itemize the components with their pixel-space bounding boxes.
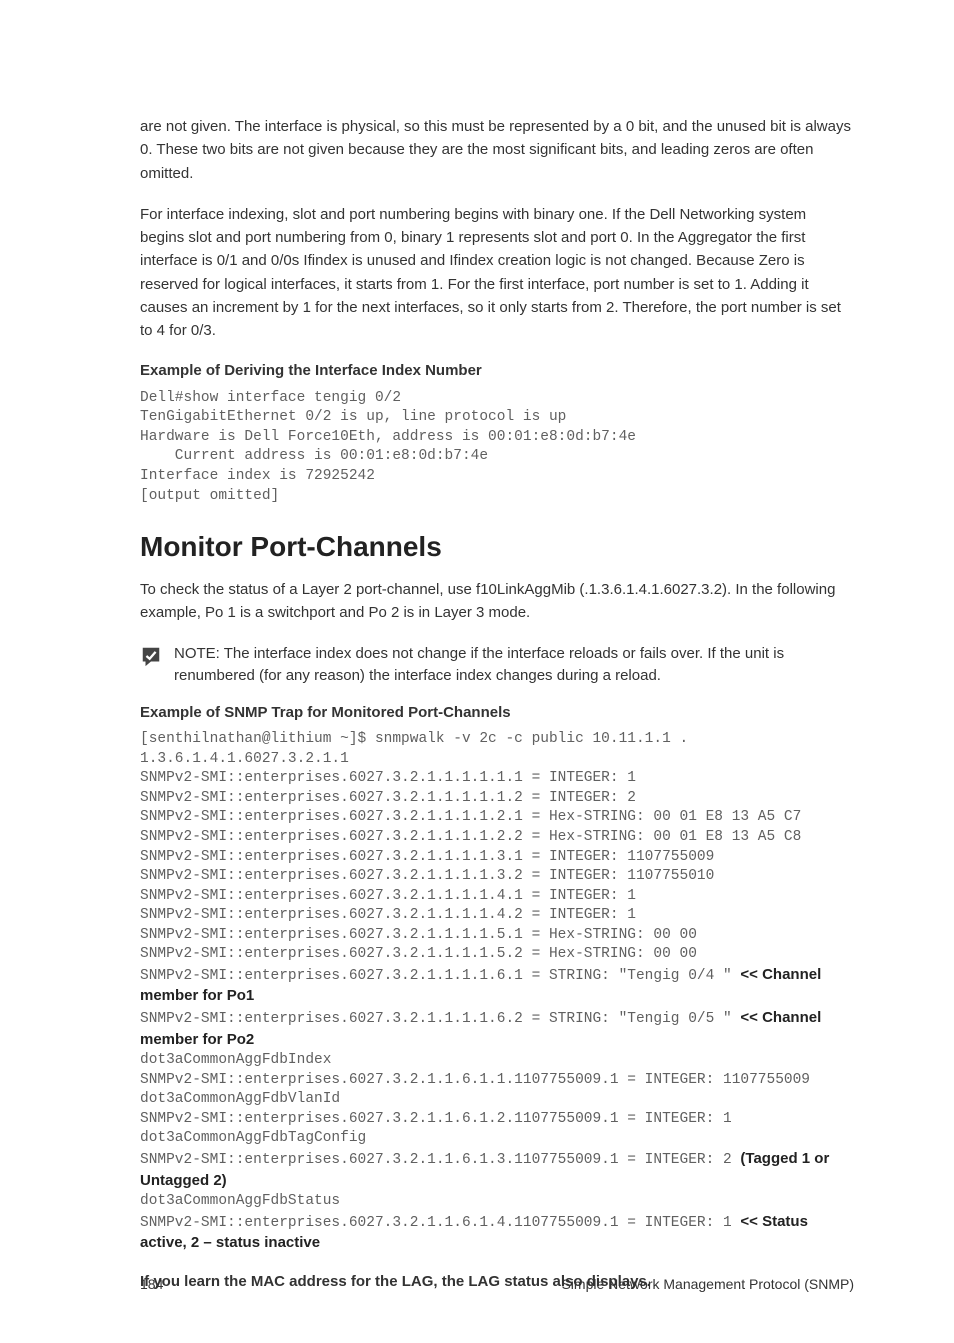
code-line: SNMPv2-SMI::enterprises.6027.3.2.1.1.1.1… — [140, 968, 740, 984]
code-line: SNMPv2-SMI::enterprises.6027.3.2.1.1.1.1… — [140, 770, 636, 786]
note-body: The interface index does not change if t… — [174, 645, 784, 685]
code-line: SNMPv2-SMI::enterprises.6027.3.2.1.1.1.1… — [140, 868, 714, 884]
intro-paragraph-1: are not given. The interface is physical… — [140, 115, 854, 185]
code-line: SNMPv2-SMI::enterprises.6027.3.2.1.1.6.1… — [140, 1072, 810, 1088]
code-line: SNMPv2-SMI::enterprises.6027.3.2.1.1.1.1… — [140, 888, 636, 904]
code-line: dot3aCommonAggFdbTagConfig — [140, 1130, 366, 1146]
code-line: SNMPv2-SMI::enterprises.6027.3.2.1.1.1.1… — [140, 790, 636, 806]
note-block: NOTE: The interface index does not chang… — [140, 643, 854, 688]
page: are not given. The interface is physical… — [0, 0, 954, 1343]
example2-title: Example of SNMP Trap for Monitored Port-… — [140, 702, 854, 725]
code-line: SNMPv2-SMI::enterprises.6027.3.2.1.1.1.1… — [140, 849, 714, 865]
example1-code: Dell#show interface tengig 0/2 TenGigabi… — [140, 389, 854, 506]
code-line: [senthilnathan@lithium ~]$ snmpwalk -v 2… — [140, 731, 688, 747]
note-text: NOTE: The interface index does not chang… — [174, 643, 854, 688]
code-line: 1.3.6.1.4.1.6027.3.2.1.1 — [140, 751, 349, 767]
section-title: Monitor Port-Channels — [140, 526, 854, 568]
note-label: NOTE: — [174, 645, 220, 662]
intro-paragraph-2: For interface indexing, slot and port nu… — [140, 203, 854, 343]
code-line: dot3aCommonAggFdbStatus — [140, 1193, 340, 1209]
note-icon — [140, 645, 162, 667]
code-line: SNMPv2-SMI::enterprises.6027.3.2.1.1.1.1… — [140, 946, 697, 962]
example1-title: Example of Deriving the Interface Index … — [140, 360, 854, 383]
code-line: SNMPv2-SMI::enterprises.6027.3.2.1.1.6.1… — [140, 1215, 740, 1231]
code-line: SNMPv2-SMI::enterprises.6027.3.2.1.1.1.1… — [140, 1011, 740, 1027]
code-line: SNMPv2-SMI::enterprises.6027.3.2.1.1.1.1… — [140, 927, 697, 943]
code-line: dot3aCommonAggFdbIndex — [140, 1052, 331, 1068]
code-line: SNMPv2-SMI::enterprises.6027.3.2.1.1.1.1… — [140, 809, 801, 825]
page-footer: 184 Simple Network Management Protocol (… — [140, 1274, 854, 1295]
section-body: To check the status of a Layer 2 port-ch… — [140, 578, 854, 625]
code-line: SNMPv2-SMI::enterprises.6027.3.2.1.1.1.1… — [140, 829, 801, 845]
code-line: SNMPv2-SMI::enterprises.6027.3.2.1.1.6.1… — [140, 1111, 732, 1127]
page-number: 184 — [140, 1274, 163, 1295]
code-line: SNMPv2-SMI::enterprises.6027.3.2.1.1.1.1… — [140, 907, 636, 923]
chapter-name: Simple Network Management Protocol (SNMP… — [561, 1274, 854, 1295]
code-line: SNMPv2-SMI::enterprises.6027.3.2.1.1.6.1… — [140, 1152, 740, 1168]
example2-code: [senthilnathan@lithium ~]$ snmpwalk -v 2… — [140, 730, 854, 1255]
code-line: dot3aCommonAggFdbVlanId — [140, 1091, 340, 1107]
